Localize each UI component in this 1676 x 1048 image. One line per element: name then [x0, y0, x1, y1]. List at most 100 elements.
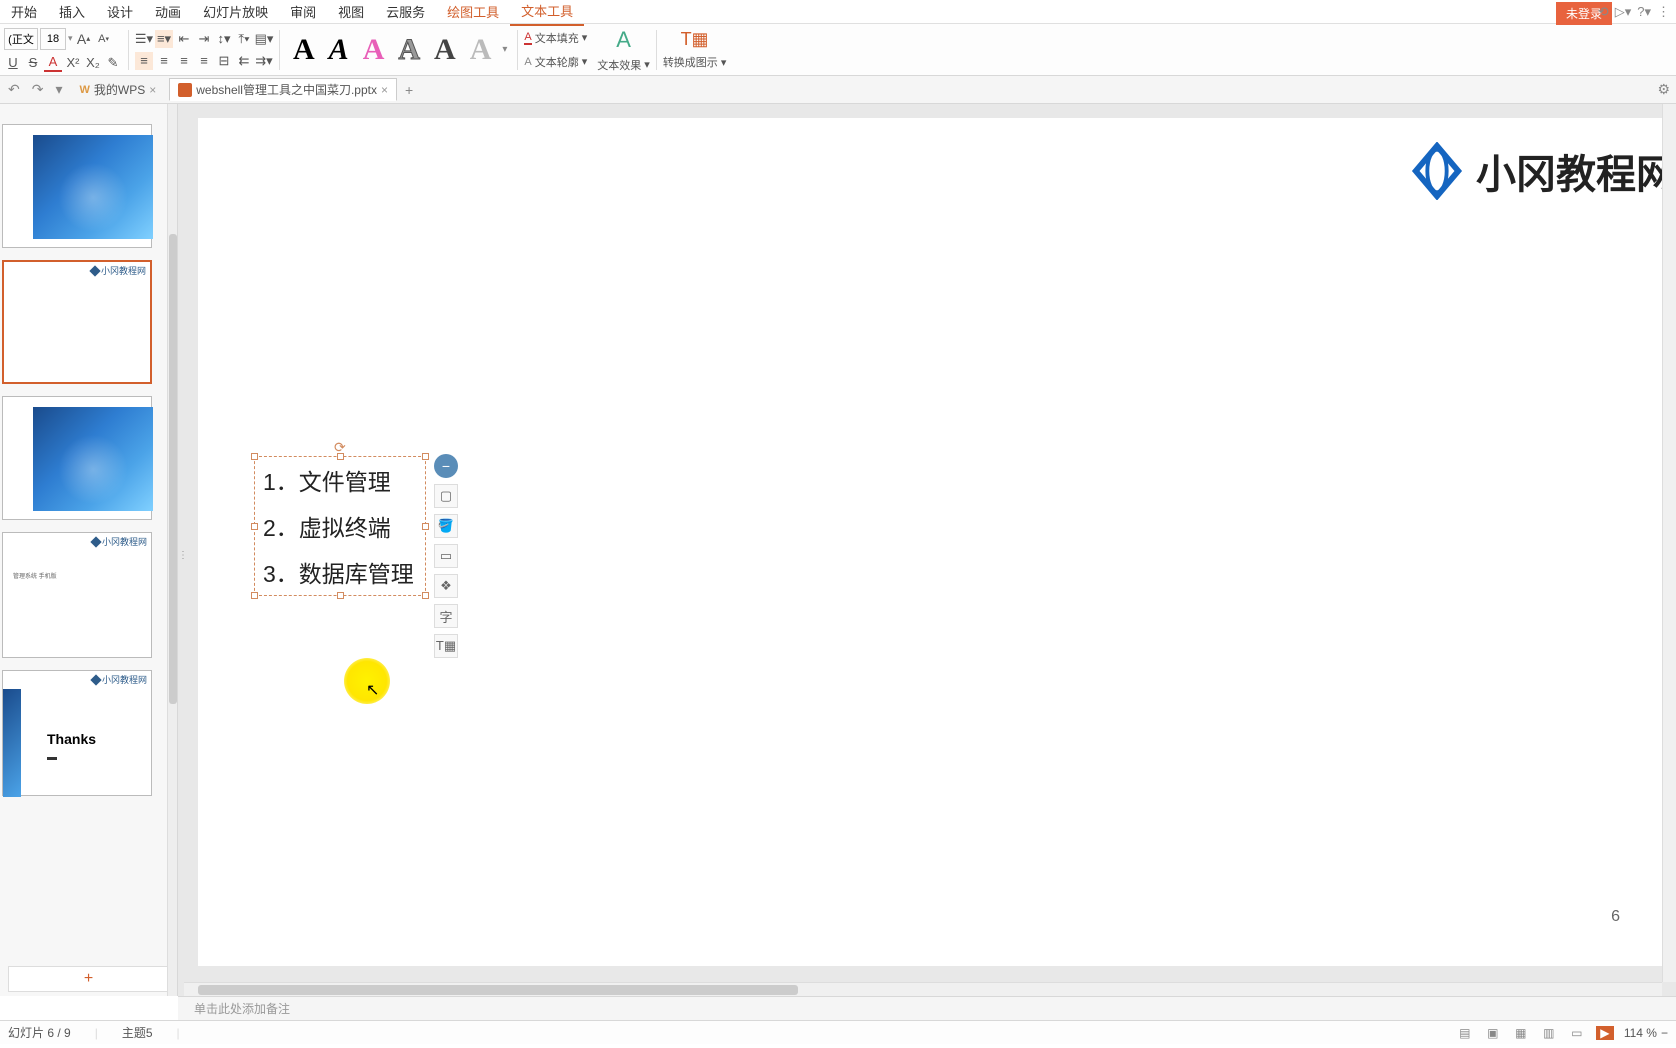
increase-indent-icon[interactable]: ⇥: [195, 30, 213, 48]
text-style-3[interactable]: A: [356, 33, 392, 67]
align-center-icon[interactable]: ≡: [155, 52, 173, 70]
thumbnail-5[interactable]: [2, 124, 152, 248]
text-effect-icon[interactable]: A: [616, 27, 631, 53]
thumbnail-8[interactable]: 小冈教程网 管理系统 手机版: [2, 532, 152, 658]
close-icon[interactable]: ×: [149, 83, 156, 97]
text-style-4[interactable]: A: [391, 33, 427, 67]
underline-icon[interactable]: U: [4, 54, 22, 72]
text-direction-icon[interactable]: ⤒▾: [235, 30, 253, 48]
superscript-icon[interactable]: X²: [64, 54, 82, 72]
reading-view-icon[interactable]: ▥: [1540, 1026, 1558, 1040]
side-scrollbar[interactable]: [167, 104, 177, 996]
resize-handle[interactable]: [251, 592, 258, 599]
notes-bar[interactable]: 单击此处添加备注: [178, 996, 1676, 1020]
add-slide-button[interactable]: +: [8, 966, 169, 992]
paint-icon[interactable]: 🪣: [434, 514, 458, 538]
text-style-1[interactable]: A: [286, 33, 322, 67]
transform-icon[interactable]: T▦: [434, 634, 458, 658]
menu-review[interactable]: 审阅: [279, 0, 327, 25]
skin-icon[interactable]: ▷▾: [1615, 4, 1632, 20]
horizontal-scrollbar[interactable]: [184, 982, 1662, 996]
menu-insert[interactable]: 插入: [48, 0, 96, 25]
more-icon[interactable]: ⋮: [1657, 4, 1670, 20]
text-style-5[interactable]: A: [427, 33, 463, 67]
new-tab-icon[interactable]: +: [401, 82, 417, 98]
scrollbar-thumb[interactable]: [169, 234, 177, 704]
thumbnail-7[interactable]: [2, 396, 152, 520]
zoom-out-icon[interactable]: −: [1661, 1026, 1668, 1040]
nav-back-icon[interactable]: ↶: [4, 81, 24, 98]
text-style-2[interactable]: A: [322, 33, 356, 67]
bullets-icon[interactable]: ☰▾: [135, 30, 153, 48]
menu-slideshow[interactable]: 幻灯片放映: [192, 0, 279, 25]
options-icon[interactable]: ⚙: [1657, 81, 1676, 98]
list-item-1[interactable]: 1．文件管理: [255, 457, 425, 503]
notes-view-icon[interactable]: ▤: [1456, 1026, 1474, 1040]
resize-handle[interactable]: [251, 453, 258, 460]
text-effect-button[interactable]: 文本效果▾: [597, 57, 650, 73]
decrease-font-icon[interactable]: A▾: [95, 30, 113, 48]
collapse-icon[interactable]: −: [434, 454, 458, 478]
align-justify-icon[interactable]: ≡: [195, 52, 213, 70]
highlight-icon[interactable]: ✎: [104, 54, 122, 72]
indent-right-icon[interactable]: ⇉▾: [255, 52, 273, 70]
convert-to-diagram-button[interactable]: 转换成图示▾: [663, 54, 727, 70]
zoom-value[interactable]: 114 %: [1624, 1026, 1657, 1040]
sync-icon[interactable]: ⟲: [1598, 4, 1609, 20]
close-icon[interactable]: ×: [381, 83, 388, 97]
line-spacing-icon[interactable]: ↕▾: [215, 30, 233, 48]
resize-handle[interactable]: [422, 523, 429, 530]
slide-canvas[interactable]: 小冈教程网 ⟳ 1．文件管理 2．虚拟终端 3．数据库管理 − ▢ 🪣: [198, 118, 1676, 966]
sorter-view-icon[interactable]: ▦: [1512, 1026, 1530, 1040]
list-item-2[interactable]: 2．虚拟终端: [255, 503, 425, 549]
text-outline-button[interactable]: A文本轮廓▾: [524, 54, 587, 70]
tab-mywps[interactable]: W 我的WPS ×: [71, 78, 166, 101]
nav-forward-icon[interactable]: ↷: [28, 81, 48, 98]
align-right-icon[interactable]: ≡: [175, 52, 193, 70]
resize-handle[interactable]: [337, 453, 344, 460]
columns-icon[interactable]: ▤▾: [255, 30, 273, 48]
styles-dropdown-icon[interactable]: ▾: [498, 44, 511, 55]
text-fill-button[interactable]: A文本填充▾: [524, 30, 587, 46]
thumbnail-9[interactable]: 小冈教程网 Thanks: [2, 670, 152, 796]
decrease-indent-icon[interactable]: ⇤: [175, 30, 193, 48]
outline-view-icon[interactable]: ▭: [1568, 1026, 1586, 1040]
menu-design[interactable]: 设计: [96, 0, 144, 25]
list-item-3[interactable]: 3．数据库管理: [255, 549, 425, 595]
menu-text-tools[interactable]: 文本工具: [510, 0, 584, 26]
vertical-align-icon[interactable]: ⊟: [215, 52, 233, 70]
strikethrough-icon[interactable]: S: [24, 54, 42, 72]
shape-fill-icon[interactable]: ▢: [434, 484, 458, 508]
layers-icon[interactable]: ❖: [434, 574, 458, 598]
menu-cloud[interactable]: 云服务: [375, 0, 436, 25]
menu-drawing-tools[interactable]: 绘图工具: [436, 0, 510, 25]
text-style-6[interactable]: A: [463, 33, 499, 67]
increase-font-icon[interactable]: A▴: [75, 30, 93, 48]
font-color-icon[interactable]: A: [44, 54, 62, 72]
align-left-icon[interactable]: ≡: [135, 52, 153, 70]
thumbnail-6[interactable]: 小冈教程网: [2, 260, 152, 384]
subscript-icon[interactable]: X₂: [84, 54, 102, 72]
outline-icon[interactable]: ▭: [434, 544, 458, 568]
convert-icon[interactable]: T▦: [681, 29, 709, 50]
nav-dropdown-icon[interactable]: ▾: [51, 81, 66, 98]
numbering-icon[interactable]: ≡▾: [155, 30, 173, 48]
resize-handle[interactable]: [422, 592, 429, 599]
resize-handle[interactable]: [337, 592, 344, 599]
font-size-dropdown[interactable]: ▾: [68, 33, 73, 44]
vertical-scrollbar[interactable]: [1662, 104, 1676, 982]
help-icon[interactable]: ?▾: [1637, 4, 1651, 20]
resize-handle[interactable]: [251, 523, 258, 530]
font-size-select[interactable]: 18: [40, 28, 66, 50]
menu-home[interactable]: 开始: [0, 0, 48, 25]
scrollbar-thumb[interactable]: [198, 985, 798, 995]
resize-handle[interactable]: [422, 453, 429, 460]
menu-view[interactable]: 视图: [327, 0, 375, 25]
slideshow-icon[interactable]: ▶: [1596, 1026, 1614, 1040]
menu-animation[interactable]: 动画: [144, 0, 192, 25]
text-tool-icon[interactable]: 字: [434, 604, 458, 628]
indent-left-icon[interactable]: ⇇: [235, 52, 253, 70]
font-name-select[interactable]: (正文: [4, 28, 38, 50]
selected-textbox[interactable]: ⟳ 1．文件管理 2．虚拟终端 3．数据库管理: [254, 456, 426, 596]
tab-document[interactable]: webshell管理工具之中国菜刀.pptx ×: [169, 78, 397, 101]
